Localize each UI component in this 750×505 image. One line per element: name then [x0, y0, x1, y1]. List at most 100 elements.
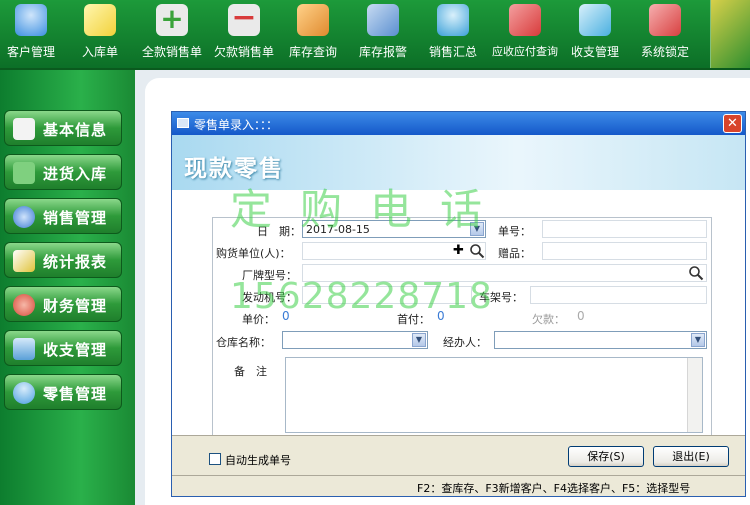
- close-button[interactable]: ✕: [723, 114, 742, 133]
- toolbar-label: 库存报警: [358, 45, 407, 59]
- person-icon: [13, 382, 35, 404]
- unit-price-value[interactable]: 0: [282, 309, 290, 323]
- warehouse-select[interactable]: ▼: [282, 331, 428, 349]
- boxes-icon: [13, 162, 35, 184]
- globe-icon: [13, 206, 35, 228]
- date-label: 日 期：: [257, 225, 301, 238]
- toolbar-stock-query[interactable]: 库存查询: [282, 0, 344, 68]
- sidebar-item-label: 基本信息: [43, 121, 108, 139]
- decorative-corner-graphic: [710, 0, 750, 68]
- toolbar-full-payment-sale[interactable]: + 全款销售单: [138, 0, 206, 68]
- sidebar-item-label: 收支管理: [43, 341, 108, 359]
- chevron-down-icon[interactable]: ▼: [412, 333, 426, 347]
- dialog-banner: 现款零售: [172, 135, 745, 190]
- form-area: 日 期： 2017-08-15 ▼ 单号： 购货单位(人)： ✚ 赠品： 厂牌型…: [172, 190, 745, 440]
- toolbar-credit-sale[interactable]: − 欠款销售单: [210, 0, 278, 68]
- people-icon: [437, 4, 469, 36]
- frame-number-field[interactable]: [530, 286, 707, 304]
- toolbar-label: 全款销售单: [141, 45, 202, 59]
- sidebar-item-label: 统计报表: [43, 253, 108, 271]
- remark-label: 备 注: [234, 365, 267, 378]
- scrollbar[interactable]: [687, 358, 702, 432]
- toolbar-sales-summary[interactable]: 销售汇总: [422, 0, 484, 68]
- shortcut-hint: F2：查库存、F3新增客户、F4选择客户、F5：选择型号: [417, 482, 691, 495]
- down-payment-value[interactable]: 0: [437, 309, 445, 323]
- sidebar-item-finance-management[interactable]: 财务管理: [4, 286, 122, 322]
- frame-number-label: 车架号：: [479, 291, 523, 304]
- auto-number-checkbox[interactable]: [209, 453, 221, 465]
- toolbar-receivables-payables-query[interactable]: 应收应付查询: [490, 0, 560, 68]
- down-payment-label: 首付：: [397, 313, 430, 326]
- chevron-down-icon[interactable]: ▼: [470, 222, 484, 236]
- toolbar-stock-in-order[interactable]: 入库单: [72, 0, 128, 68]
- dialog-title: 零售单录入：：：: [194, 118, 279, 132]
- toolbar-label: 系统锁定: [640, 45, 689, 59]
- notepad-pencil-icon: [84, 4, 116, 36]
- chevron-down-icon[interactable]: ▼: [691, 333, 705, 347]
- dialog-titlebar[interactable]: 零售单录入：：： ✕: [172, 112, 745, 135]
- toolbar-label: 收支管理: [570, 45, 619, 59]
- engine-number-label: 发动机号：: [242, 291, 297, 304]
- order-number-field[interactable]: [542, 220, 707, 238]
- search-model-icon[interactable]: [688, 265, 704, 281]
- sidebar-item-income-expense[interactable]: 收支管理: [4, 330, 122, 366]
- dialog-footer: 自动生成单号 保存(S) 退出(E): [172, 435, 745, 475]
- status-bar: F2：查库存、F3新增客户、F4选择客户、F5：选择型号: [172, 475, 745, 496]
- folder-lock-icon: [649, 4, 681, 36]
- retail-order-dialog: 零售单录入：：： ✕ 现款零售 日 期： 2017-08-15 ▼ 单号： 购货…: [171, 111, 746, 497]
- add-buyer-plus-icon[interactable]: ✚: [453, 244, 469, 260]
- debt-label: 欠款：: [532, 313, 565, 326]
- order-number-label: 单号：: [498, 225, 531, 238]
- sidebar-item-basic-info[interactable]: 基本信息: [4, 110, 122, 146]
- minus-icon: −: [228, 3, 260, 36]
- warehouse-label: 仓库名称：: [216, 336, 271, 349]
- box-arrow-icon: [297, 4, 329, 36]
- sidebar-item-label: 财务管理: [43, 297, 108, 315]
- date-picker[interactable]: 2017-08-15 ▼: [302, 220, 486, 238]
- sidebar: 基本信息 进货入库 销售管理 统计报表 财务管理 收支管理 零售管理: [0, 70, 135, 505]
- toolbar-customer-management[interactable]: 客户管理: [0, 0, 62, 68]
- plus-icon: +: [156, 4, 188, 36]
- toolbar-label: 销售汇总: [428, 45, 477, 59]
- banner-title: 现款零售: [184, 156, 284, 182]
- toolbar-label: 客户管理: [6, 45, 55, 59]
- sidebar-item-sales-management[interactable]: 销售管理: [4, 198, 122, 234]
- brand-model-field[interactable]: [302, 264, 707, 282]
- remark-textarea[interactable]: [285, 357, 703, 433]
- sidebar-item-label: 零售管理: [43, 385, 108, 403]
- buyer-label: 购货单位(人)：: [216, 247, 291, 260]
- debt-value: 0: [577, 309, 585, 323]
- sidebar-item-retail-management[interactable]: 零售管理: [4, 374, 122, 410]
- main-toolbar: 客户管理 入库单 + 全款销售单 − 欠款销售单 库存查询 库存报警 销售汇总 …: [0, 0, 750, 70]
- gift-label: 赠品：: [498, 247, 531, 260]
- chart-icon: [13, 250, 35, 272]
- sidebar-item-statistics-report[interactable]: 统计报表: [4, 242, 122, 278]
- search-buyer-icon[interactable]: [469, 243, 485, 259]
- sidebar-item-purchase-stock-in[interactable]: 进货入库: [4, 154, 122, 190]
- book-icon: [579, 4, 611, 36]
- toolbar-system-lock[interactable]: 系统锁定: [634, 0, 696, 68]
- toolbar-label: 库存查询: [288, 45, 337, 59]
- toolbar-label: 入库单: [81, 45, 118, 59]
- money-icon: [13, 294, 35, 316]
- unit-price-label: 单价：: [242, 313, 275, 326]
- engine-number-field[interactable]: [302, 286, 472, 304]
- brand-model-label: 厂牌型号：: [242, 269, 297, 282]
- toolbar-income-expense[interactable]: 收支管理: [564, 0, 626, 68]
- exit-button[interactable]: 退出(E): [653, 446, 729, 467]
- toolbar-stock-alert[interactable]: 库存报警: [352, 0, 414, 68]
- toolbar-label: 应收应付查询: [492, 45, 558, 58]
- handler-select[interactable]: ▼: [494, 331, 707, 349]
- sidebar-item-label: 进货入库: [43, 165, 108, 183]
- folder-alert-icon: [367, 4, 399, 36]
- card-icon: [13, 338, 35, 360]
- save-button[interactable]: 保存(S): [568, 446, 644, 467]
- window-icon: [177, 118, 189, 128]
- auto-number-label: 自动生成单号: [225, 454, 291, 467]
- handler-label: 经办人：: [443, 336, 487, 349]
- gift-field[interactable]: [542, 242, 707, 260]
- folder-search-icon: [509, 4, 541, 36]
- toolbar-label: 欠款销售单: [213, 45, 274, 59]
- user-icon: [15, 4, 47, 36]
- document-check-icon: [13, 118, 35, 140]
